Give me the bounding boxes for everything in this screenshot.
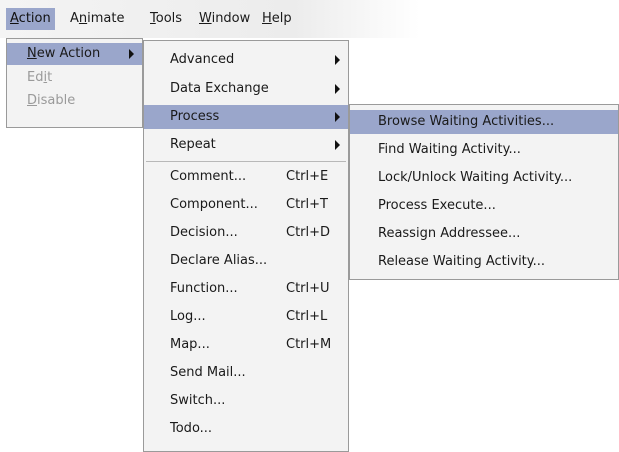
menu-window-rest: indow: [211, 11, 251, 26]
menu-item-advanced-label: Advanced: [170, 52, 235, 67]
submenu-arrow-icon: [335, 140, 340, 150]
menu-help[interactable]: Help: [258, 8, 296, 30]
menu-item-map[interactable]: Map... Ctrl+M: [144, 333, 348, 357]
menu-item-release-waiting-activity-label: Release Waiting Activity...: [378, 254, 546, 269]
menu-animate[interactable]: Animate: [66, 8, 129, 30]
menu-item-component-label: Component...: [170, 197, 258, 212]
menu-item-todo-label: Todo...: [170, 421, 213, 436]
menu-item-data-exchange[interactable]: Data Exchange: [144, 77, 348, 101]
shortcut-label: Ctrl+E: [286, 169, 329, 184]
shortcut-label: Ctrl+U: [286, 281, 330, 296]
process-submenu: Browse Waiting Activities... Find Waitin…: [349, 104, 619, 280]
shortcut-label: Ctrl+D: [286, 225, 331, 240]
menu-item-repeat[interactable]: Repeat: [144, 133, 348, 157]
menu-item-lock-unlock-waiting-activity[interactable]: Lock/Unlock Waiting Activity...: [350, 166, 618, 190]
menu-item-find-waiting-activity-label: Find Waiting Activity...: [378, 142, 521, 157]
menu-tools-rest: ools: [155, 11, 183, 26]
menu-item-comment-label: Comment...: [170, 169, 247, 184]
shortcut-label: Ctrl+T: [286, 197, 328, 212]
menu-item-decision-label: Decision...: [170, 225, 238, 240]
menu-item-switch[interactable]: Switch...: [144, 389, 348, 413]
menu-item-process-label: Process: [170, 109, 220, 124]
menu-action-mnemonic: A: [10, 11, 19, 26]
menu-separator: [146, 161, 346, 162]
menu-item-find-waiting-activity[interactable]: Find Waiting Activity...: [350, 138, 618, 162]
menu-item-data-exchange-label: Data Exchange: [170, 81, 269, 96]
menu-item-repeat-label: Repeat: [170, 137, 216, 152]
menu-item-reassign-addressee[interactable]: Reassign Addressee...: [350, 222, 618, 246]
menu-animate-mnemonic: n: [78, 11, 88, 26]
new-action-submenu: Advanced Data Exchange Process Repeat Co…: [143, 40, 349, 452]
submenu-arrow-icon: [335, 55, 340, 65]
menu-item-new-action[interactable]: New Action: [7, 43, 142, 65]
menu-item-lock-unlock-waiting-activity-label: Lock/Unlock Waiting Activity...: [378, 170, 573, 185]
menu-item-send-mail-label: Send Mail...: [170, 365, 246, 380]
menu-item-switch-label: Switch...: [170, 393, 226, 408]
action-menu: New Action Edit Disable: [6, 38, 143, 128]
menu-animate-rest: imate: [87, 11, 125, 26]
menu-item-edit[interactable]: Edit: [7, 67, 142, 89]
menu-item-log-label: Log...: [170, 309, 206, 324]
menu-item-map-label: Map...: [170, 337, 210, 352]
menu-item-function-label: Function...: [170, 281, 238, 296]
menu-window-mnemonic: W: [199, 11, 212, 26]
submenu-arrow-icon: [335, 112, 340, 122]
menu-item-function[interactable]: Function... Ctrl+U: [144, 277, 348, 301]
menu-item-declare-alias-label: Declare Alias...: [170, 253, 268, 268]
shortcut-label: Ctrl+M: [286, 337, 332, 352]
menu-help-rest: elp: [271, 11, 292, 26]
menu-tools[interactable]: Tools: [146, 8, 186, 30]
menu-item-disable[interactable]: Disable: [7, 90, 142, 112]
shortcut-label: Ctrl+L: [286, 309, 328, 324]
menu-action-rest: ction: [18, 11, 51, 26]
menu-item-new-action-label: New Action: [27, 46, 101, 61]
menu-item-reassign-addressee-label: Reassign Addressee...: [378, 226, 521, 241]
menu-item-edit-label: Edit: [27, 70, 53, 85]
menu-item-comment[interactable]: Comment... Ctrl+E: [144, 165, 348, 189]
menu-help-mnemonic: H: [262, 11, 272, 26]
menu-action[interactable]: Action: [6, 8, 55, 30]
menu-item-send-mail[interactable]: Send Mail...: [144, 361, 348, 385]
menu-item-process-execute-label: Process Execute...: [378, 198, 496, 213]
menu-item-browse-waiting-activities[interactable]: Browse Waiting Activities...: [350, 110, 618, 134]
menu-item-browse-waiting-activities-label: Browse Waiting Activities...: [378, 114, 555, 129]
menu-window[interactable]: Window: [195, 8, 254, 30]
menu-item-declare-alias[interactable]: Declare Alias...: [144, 249, 348, 273]
menu-item-component[interactable]: Component... Ctrl+T: [144, 193, 348, 217]
menu-item-process-execute[interactable]: Process Execute...: [350, 194, 618, 218]
menu-item-todo[interactable]: Todo...: [144, 417, 348, 441]
menu-item-advanced[interactable]: Advanced: [144, 48, 348, 72]
submenu-arrow-icon: [129, 49, 134, 59]
menu-item-disable-label: Disable: [27, 93, 76, 108]
menu-animate-prefix: A: [70, 11, 79, 26]
menu-item-process[interactable]: Process: [144, 105, 348, 129]
menu-item-release-waiting-activity[interactable]: Release Waiting Activity...: [350, 250, 618, 274]
menu-item-decision[interactable]: Decision... Ctrl+D: [144, 221, 348, 245]
submenu-arrow-icon: [335, 84, 340, 94]
menu-item-log[interactable]: Log... Ctrl+L: [144, 305, 348, 329]
